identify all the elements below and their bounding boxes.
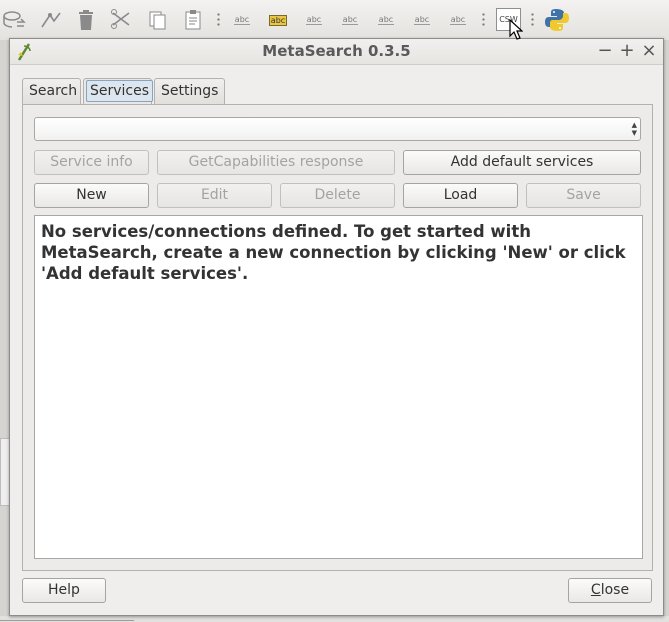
new-button[interactable]: New	[34, 183, 149, 208]
window-close-button[interactable]: ×	[640, 41, 658, 61]
background-divider	[0, 620, 134, 621]
load-button[interactable]: Load	[403, 183, 518, 208]
help-button-label: Help	[48, 582, 80, 598]
getcapabilities-response-button[interactable]: GetCapabilities response	[157, 150, 395, 175]
delete-button[interactable]: Delete	[280, 183, 395, 208]
tab-services-label: Services	[86, 80, 154, 102]
tab-settings-label: Settings	[161, 83, 219, 99]
cut-icon[interactable]	[110, 9, 134, 31]
title-bar[interactable]: MetaSearch 0.3.5 − + ×	[10, 39, 663, 65]
tab-settings[interactable]: Settings	[154, 78, 225, 104]
metasearch-dialog: MetaSearch 0.3.5 − + × Search Services S…	[9, 38, 664, 616]
close-button[interactable]: Close	[568, 578, 652, 603]
edit-node-icon[interactable]	[39, 9, 63, 31]
qgis-toolbar: abc abc abc abc abc abc abc CSW	[0, 0, 669, 40]
python-console-icon[interactable]	[544, 7, 570, 37]
toolbar-separator	[217, 12, 220, 26]
toolbar-separator	[482, 12, 485, 26]
paste-icon[interactable]	[181, 9, 205, 31]
help-button[interactable]: Help	[22, 578, 106, 603]
rotate-label-icon[interactable]: abc	[410, 9, 434, 31]
trash-icon[interactable]	[74, 9, 98, 31]
minimize-button[interactable]: −	[596, 41, 614, 61]
toolbar-separator	[531, 12, 534, 26]
edit-button[interactable]: Edit	[157, 183, 272, 208]
maximize-button[interactable]: +	[618, 41, 636, 61]
save-button[interactable]: Save	[526, 183, 641, 208]
background-statusbar	[0, 616, 669, 622]
close-button-label: lose	[600, 582, 630, 598]
window-title: MetaSearch 0.3.5	[262, 42, 411, 60]
show-label-icon[interactable]: abc	[338, 9, 362, 31]
close-mnemonic: C	[590, 582, 601, 598]
move-label-icon[interactable]: abc	[374, 9, 398, 31]
tab-search[interactable]: Search	[22, 78, 81, 104]
db-connect-icon[interactable]	[2, 9, 26, 31]
service-info-button[interactable]: Service info	[34, 150, 149, 175]
change-label-icon[interactable]: abc	[446, 9, 470, 31]
label-highlight-icon[interactable]: abc	[266, 9, 290, 31]
mouse-pointer-icon	[509, 19, 523, 40]
tab-search-label: Search	[29, 83, 78, 99]
combobox-arrows-icon: ▲ ▼	[631, 121, 637, 137]
label-icon[interactable]: abc	[230, 9, 254, 31]
pin-label-icon[interactable]: abc	[302, 9, 326, 31]
add-default-services-button[interactable]: Add default services	[403, 150, 641, 175]
service-combobox[interactable]: ▲ ▼	[34, 117, 641, 141]
tab-services[interactable]: Services	[83, 78, 154, 104]
copy-icon[interactable]	[145, 9, 169, 31]
no-services-message: No services/connections defined. To get …	[41, 222, 626, 283]
service-info-textbox[interactable]: No services/connections defined. To get …	[34, 215, 643, 559]
services-panel: ▲ ▼ Service info GetCapabilities response…	[22, 104, 653, 571]
